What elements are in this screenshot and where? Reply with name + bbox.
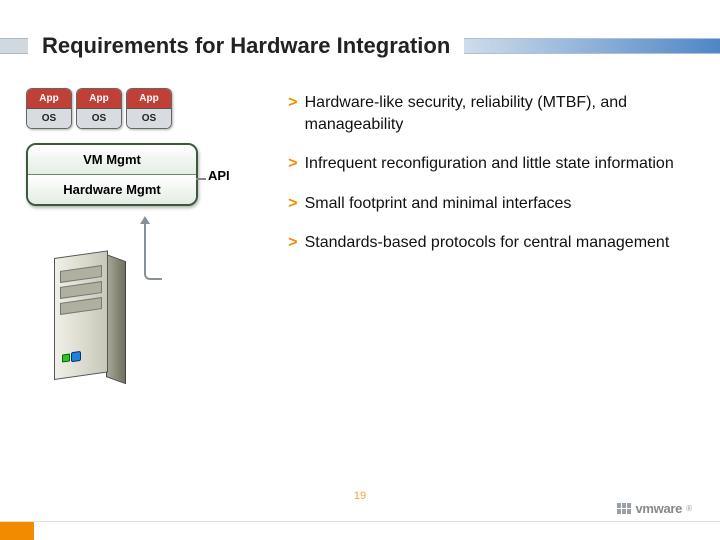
brand-logo-icon (617, 503, 631, 514)
chevron-icon: > (288, 94, 295, 112)
chevron-icon: > (288, 195, 295, 213)
list-item: > Standards-based protocols for central … (288, 232, 702, 254)
title-accent-right (464, 38, 720, 54)
hw-mgmt-cell: Hardware Mgmt (28, 174, 196, 204)
list-item: > Small footprint and minimal interfaces (288, 193, 702, 215)
bullet-list: > Hardware-like security, reliability (M… (268, 88, 702, 468)
app-block: App OS (126, 88, 172, 129)
footer: 19 vmware ® (0, 484, 720, 540)
bullet-text: Infrequent reconfiguration and little st… (305, 153, 674, 175)
app-label: App (27, 89, 71, 109)
brand-logo: vmware ® (617, 501, 692, 516)
chevron-icon: > (288, 155, 295, 173)
title-accent-left (0, 38, 28, 54)
chevron-icon: > (288, 234, 295, 252)
api-connector-line (196, 178, 206, 180)
page-number: 19 (0, 484, 720, 502)
footer-bar (0, 521, 720, 540)
app-os-row: App OS App OS App OS (18, 88, 268, 129)
brand-logo-text: vmware (635, 501, 682, 516)
title-bar: Requirements for Hardware Integration (0, 28, 720, 64)
app-block: App OS (76, 88, 122, 129)
bullet-text: Standards-based protocols for central ma… (305, 232, 670, 254)
diagram-panel: App OS App OS App OS VM Mgmt Hardware Mg… (18, 88, 268, 468)
app-label: App (77, 89, 121, 109)
bullet-text: Hardware-like security, reliability (MTB… (305, 92, 702, 135)
os-label: OS (27, 109, 71, 128)
server-icon (54, 258, 128, 388)
server-connector (144, 218, 162, 280)
registered-mark: ® (686, 504, 692, 513)
os-label: OS (127, 109, 171, 128)
mgmt-stack: VM Mgmt Hardware Mgmt (26, 143, 198, 206)
list-item: > Hardware-like security, reliability (M… (288, 92, 702, 135)
page-title: Requirements for Hardware Integration (42, 33, 450, 59)
bullet-text: Small footprint and minimal interfaces (305, 193, 572, 215)
os-label: OS (77, 109, 121, 128)
vm-mgmt-cell: VM Mgmt (28, 145, 196, 174)
list-item: > Infrequent reconfiguration and little … (288, 153, 702, 175)
api-label: API (208, 168, 230, 183)
app-label: App (127, 89, 171, 109)
app-block: App OS (26, 88, 72, 129)
